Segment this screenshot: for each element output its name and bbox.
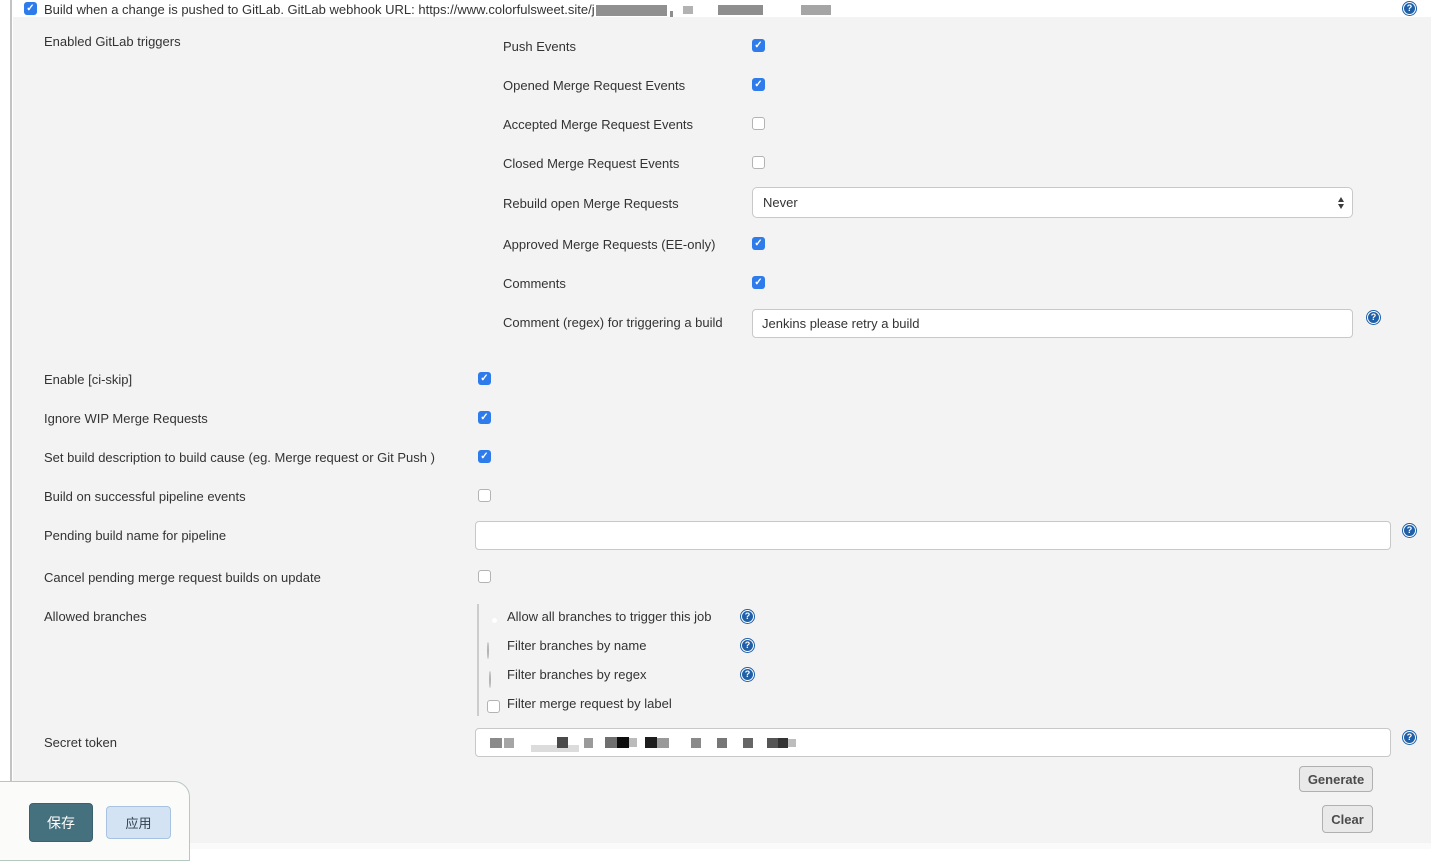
push-events-label: Push Events	[503, 39, 576, 55]
help-icon[interactable]	[1366, 310, 1381, 325]
redacted-token	[743, 738, 753, 748]
build-on-pipeline-checkbox[interactable]	[478, 489, 491, 502]
redacted-token	[531, 745, 579, 752]
rebuild-open-mr-select-value: Never	[763, 195, 798, 211]
filter-branches-by-name-radio[interactable]	[487, 642, 489, 659]
filter-branches-by-name-label: Filter branches by name	[507, 638, 646, 654]
filter-mr-by-label-checkbox[interactable]	[487, 700, 500, 713]
set-build-description-checkbox[interactable]	[478, 450, 491, 463]
enable-ci-skip-checkbox[interactable]	[478, 372, 491, 385]
allowed-branches-label: Allowed branches	[44, 609, 147, 625]
build-when-pushed-text: Build when a change is pushed to GitLab.…	[44, 2, 595, 18]
select-arrows-icon	[1338, 197, 1344, 209]
closed-mr-events-checkbox[interactable]	[752, 156, 765, 169]
redacted-token	[629, 738, 637, 747]
ignore-wip-mr-checkbox[interactable]	[478, 411, 491, 424]
redacted-token	[645, 737, 657, 748]
help-icon[interactable]	[740, 667, 755, 682]
help-icon[interactable]	[740, 609, 755, 624]
redacted-text	[801, 5, 831, 15]
redacted-token	[504, 738, 514, 748]
filter-branches-by-regex-label: Filter branches by regex	[507, 667, 646, 683]
filter-branches-by-regex-radio[interactable]	[489, 671, 491, 688]
approved-mr-label: Approved Merge Requests (EE-only)	[503, 237, 715, 253]
build-when-pushed-label: Build when a change is pushed to GitLab.…	[44, 2, 831, 18]
help-icon[interactable]	[1402, 1, 1417, 16]
accepted-mr-events-checkbox[interactable]	[752, 117, 765, 130]
cancel-pending-label: Cancel pending merge request builds on u…	[44, 570, 321, 586]
comments-checkbox[interactable]	[752, 276, 765, 289]
redacted-token	[490, 738, 502, 748]
generate-button[interactable]: Generate	[1299, 766, 1373, 792]
redacted-token	[767, 738, 778, 748]
comments-label: Comments	[503, 276, 566, 292]
redacted-token	[557, 737, 568, 748]
save-button[interactable]: 保存	[29, 803, 93, 842]
set-build-description-label: Set build description to build cause (eg…	[44, 450, 435, 466]
enable-ci-skip-label: Enable [ci-skip]	[44, 372, 132, 388]
pending-build-name-input[interactable]	[475, 521, 1391, 550]
help-icon[interactable]	[740, 638, 755, 653]
redacted-token	[717, 738, 727, 748]
help-icon[interactable]	[1402, 523, 1417, 538]
rebuild-open-mr-label: Rebuild open Merge Requests	[503, 196, 679, 212]
redacted-token	[788, 739, 796, 747]
help-icon[interactable]	[1402, 730, 1417, 745]
closed-mr-events-label: Closed Merge Request Events	[503, 156, 679, 172]
build-when-pushed-checkbox[interactable]	[24, 2, 37, 15]
redacted-token	[691, 738, 701, 748]
apply-button[interactable]: 应用	[106, 806, 171, 839]
redacted-text	[670, 11, 673, 17]
redacted-text	[596, 5, 667, 16]
opened-mr-events-label: Opened Merge Request Events	[503, 78, 685, 94]
redacted-text	[718, 5, 763, 15]
comment-regex-input[interactable]	[752, 309, 1353, 338]
opened-mr-events-checkbox[interactable]	[752, 78, 765, 91]
save-apply-bar: 保存 应用	[0, 781, 190, 861]
radio-group-indent-line	[477, 604, 479, 716]
redacted-token	[617, 737, 629, 748]
trigger-config-panel	[13, 17, 1431, 843]
allow-all-branches-label: Allow all branches to trigger this job	[507, 609, 712, 625]
secret-token-label: Secret token	[44, 735, 117, 751]
push-events-checkbox[interactable]	[752, 39, 765, 52]
approved-mr-checkbox[interactable]	[752, 237, 765, 250]
pending-build-name-label: Pending build name for pipeline	[44, 528, 226, 544]
rebuild-open-mr-select[interactable]: Never	[752, 187, 1353, 218]
comment-regex-label: Comment (regex) for triggering a build	[503, 315, 723, 331]
build-on-pipeline-label: Build on successful pipeline events	[44, 489, 246, 505]
redacted-token	[657, 738, 669, 748]
redacted-token	[778, 738, 788, 748]
filter-mr-by-label-label: Filter merge request by label	[507, 696, 672, 712]
ignore-wip-mr-label: Ignore WIP Merge Requests	[44, 411, 208, 427]
clear-button[interactable]: Clear	[1322, 805, 1373, 833]
redacted-token	[605, 737, 617, 748]
bottom-strip	[0, 843, 1431, 849]
redacted-text	[683, 6, 693, 14]
enabled-gitlab-triggers-label: Enabled GitLab triggers	[44, 34, 181, 50]
secret-token-input[interactable]	[475, 728, 1391, 757]
cancel-pending-checkbox[interactable]	[478, 570, 491, 583]
redacted-token	[584, 738, 593, 748]
accepted-mr-events-label: Accepted Merge Request Events	[503, 117, 693, 133]
section-indent-line	[10, 0, 12, 843]
